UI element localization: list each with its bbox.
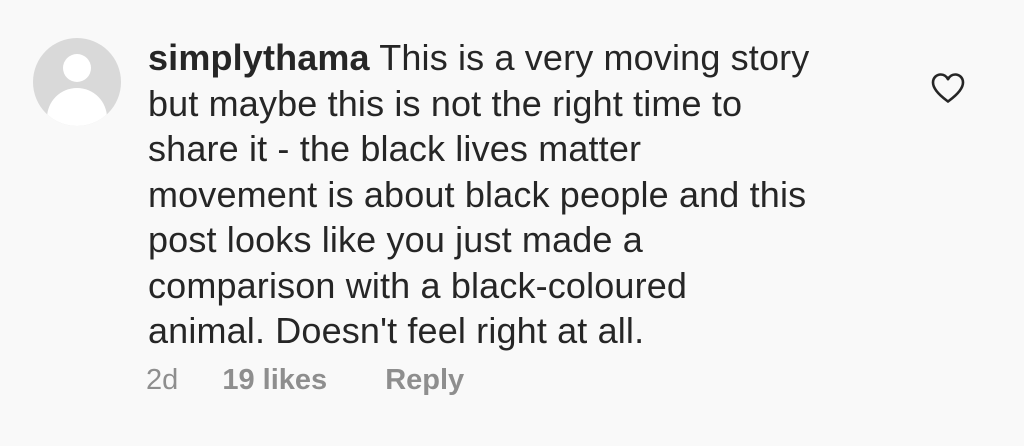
comment-text-line: but maybe this is not the right time to [148, 82, 743, 124]
comment-text-line: post looks like you just made a [148, 219, 643, 260]
comment-meta: 2d 19 likes Reply [146, 364, 464, 397]
comment-body: simplythama This is a very moving story … [148, 35, 878, 354]
comment-timestamp: 2d [146, 364, 179, 396]
comment-text-line: This is a very moving story [379, 37, 810, 78]
avatar-shoulders-shape [47, 88, 107, 126]
comment-text-line: movement is about black people and this [148, 173, 807, 215]
comment-text-line: share it - the black lives matter [148, 128, 642, 169]
comment-likes-count[interactable]: 19 likes [222, 364, 327, 397]
heart-outline-icon[interactable] [930, 72, 966, 104]
comment-text-line: comparison with a black-coloured [148, 264, 688, 306]
default-avatar-icon[interactable] [33, 38, 121, 126]
reply-button[interactable]: Reply [385, 364, 464, 397]
comment-username[interactable]: simplythama [148, 37, 370, 78]
comment-text-line: animal. Doesn't feel right at all. [148, 310, 645, 351]
avatar-head-shape [63, 54, 91, 82]
comment-item: simplythama This is a very moving story … [0, 0, 1024, 446]
